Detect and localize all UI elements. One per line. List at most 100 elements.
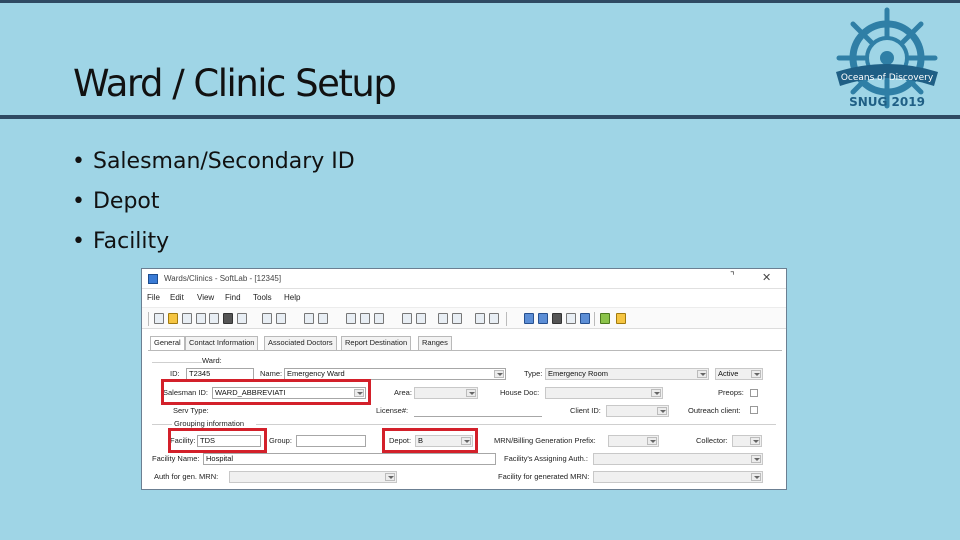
search-icon[interactable] <box>552 313 562 324</box>
bullet-item: Depot <box>72 186 355 226</box>
facility-for-generated-mrn-label: Facility for generated MRN: <box>498 472 590 481</box>
chevron-down-icon[interactable] <box>466 389 476 397</box>
collector-label: Collector: <box>696 436 728 445</box>
tab-contact-information[interactable]: Contact Information <box>185 336 259 350</box>
collector-select[interactable] <box>732 435 762 447</box>
save-icon[interactable] <box>223 313 233 324</box>
snug-2019-logo: Oceans of Discovery SNUG 2019 <box>836 7 938 109</box>
window-icon[interactable] <box>580 313 590 324</box>
chevron-down-icon[interactable] <box>657 407 667 415</box>
chevron-down-icon[interactable] <box>647 437 657 445</box>
menu-view[interactable]: View <box>197 293 214 302</box>
tab-ranges[interactable]: Ranges <box>418 336 452 350</box>
facility-for-generated-mrn-select[interactable] <box>593 471 763 483</box>
undo-icon[interactable] <box>262 313 272 324</box>
auth-for-gen-mrn-select[interactable] <box>229 471 397 483</box>
menu-find[interactable]: Find <box>225 293 241 302</box>
refresh-icon[interactable] <box>489 313 499 324</box>
salesman-id-highlight <box>161 379 371 405</box>
wards-clinics-window: Wards/Clinics - SoftLab - [12345] ⌝ ✕ Fi… <box>141 268 787 490</box>
chevron-down-icon[interactable] <box>751 455 761 463</box>
toolbar-separator <box>148 312 149 326</box>
list-icon[interactable] <box>524 313 534 324</box>
menu-tools[interactable]: Tools <box>253 293 272 302</box>
print-preview-icon[interactable] <box>318 313 328 324</box>
name-value: Emergency Ward <box>287 369 345 378</box>
house-doc-label: House Doc: <box>500 388 540 397</box>
area-label: Area: <box>394 388 412 397</box>
slide-title: Ward / Clinic Setup <box>73 62 397 105</box>
paste-icon[interactable] <box>374 313 384 324</box>
house-doc-select[interactable] <box>545 387 663 399</box>
type-select[interactable]: Emergency Room <box>545 368 709 380</box>
serv-type-label: Serv Type: <box>173 406 209 415</box>
mrn-prefix-select[interactable] <box>608 435 659 447</box>
help-pointer-icon[interactable] <box>276 313 286 324</box>
outreach-client-checkbox[interactable] <box>750 406 758 414</box>
auth-for-gen-mrn-label: Auth for gen. MRN: <box>154 472 219 481</box>
chevron-down-icon[interactable] <box>751 370 761 378</box>
tab-report-destination[interactable]: Report Destination <box>341 336 412 350</box>
globe-icon[interactable] <box>600 313 610 324</box>
chevron-down-icon[interactable] <box>651 389 661 397</box>
mrn-prefix-label: MRN/Billing Generation Prefix: <box>494 436 596 445</box>
help-icon[interactable] <box>475 313 485 324</box>
bullet-item: Salesman/Secondary ID <box>72 146 355 186</box>
menu-help[interactable]: Help <box>284 293 300 302</box>
license-label: License#: <box>376 406 409 415</box>
scissors-icon[interactable] <box>209 313 219 324</box>
copy-record-icon[interactable] <box>196 313 206 324</box>
cut-icon[interactable] <box>346 313 356 324</box>
copy-icon[interactable] <box>360 313 370 324</box>
last-record-icon[interactable] <box>452 313 462 324</box>
facility-highlight <box>168 428 267 453</box>
group-divider <box>256 424 776 425</box>
previous-record-icon[interactable] <box>416 313 426 324</box>
menu-file[interactable]: File <box>147 293 160 302</box>
close-icon[interactable]: ✕ <box>762 271 771 284</box>
new-icon[interactable] <box>154 313 164 324</box>
tab-associated-doctors[interactable]: Associated Doctors <box>264 336 337 350</box>
group-divider <box>152 362 202 363</box>
print-icon[interactable] <box>304 313 314 324</box>
chevron-down-icon[interactable] <box>750 437 760 445</box>
open-icon[interactable] <box>168 313 178 324</box>
first-record-icon[interactable] <box>402 313 412 324</box>
restore-icon[interactable]: ⌝ <box>730 271 735 282</box>
preops-checkbox[interactable] <box>750 389 758 397</box>
facility-assigning-auth-select[interactable] <box>593 453 763 465</box>
group-divider <box>152 424 172 425</box>
chevron-down-icon[interactable] <box>751 473 761 481</box>
id-label: ID: <box>170 369 180 378</box>
top-border <box>0 0 960 3</box>
window-titlebar: Wards/Clinics - SoftLab - [12345] ⌝ ✕ <box>142 269 786 289</box>
status-value: Active <box>718 369 739 378</box>
status-select[interactable]: Active <box>715 368 763 380</box>
chevron-down-icon[interactable] <box>494 370 504 378</box>
tree-icon[interactable] <box>538 313 548 324</box>
group-label: Group: <box>269 436 292 445</box>
next-record-icon[interactable] <box>438 313 448 324</box>
filter-icon[interactable] <box>566 313 576 324</box>
delete-icon[interactable] <box>237 313 247 324</box>
type-value: Emergency Room <box>548 369 609 378</box>
grouping-information-label: Grouping information <box>174 419 245 428</box>
edit-icon[interactable] <box>182 313 192 324</box>
ward-group-label: Ward: <box>202 356 222 365</box>
chevron-down-icon[interactable] <box>697 370 707 378</box>
menu-bar: File Edit View Find Tools Help <box>142 291 786 305</box>
facility-name-field[interactable]: Hospital <box>203 453 496 465</box>
tab-strip: General Contact Information Associated D… <box>142 336 786 351</box>
client-id-label: Client ID: <box>570 406 601 415</box>
name-label: Name: <box>260 369 283 378</box>
tools-icon[interactable] <box>616 313 626 324</box>
chevron-down-icon[interactable] <box>385 473 395 481</box>
facility-name-label: Facility Name: <box>152 454 200 463</box>
bullet-list: Salesman/Secondary ID Depot Facility <box>72 146 355 266</box>
client-id-select[interactable] <box>606 405 669 417</box>
menu-edit[interactable]: Edit <box>170 293 184 302</box>
group-field[interactable] <box>296 435 366 447</box>
license-field[interactable] <box>414 405 542 417</box>
tab-general[interactable]: General <box>150 336 185 351</box>
area-select[interactable] <box>414 387 478 399</box>
